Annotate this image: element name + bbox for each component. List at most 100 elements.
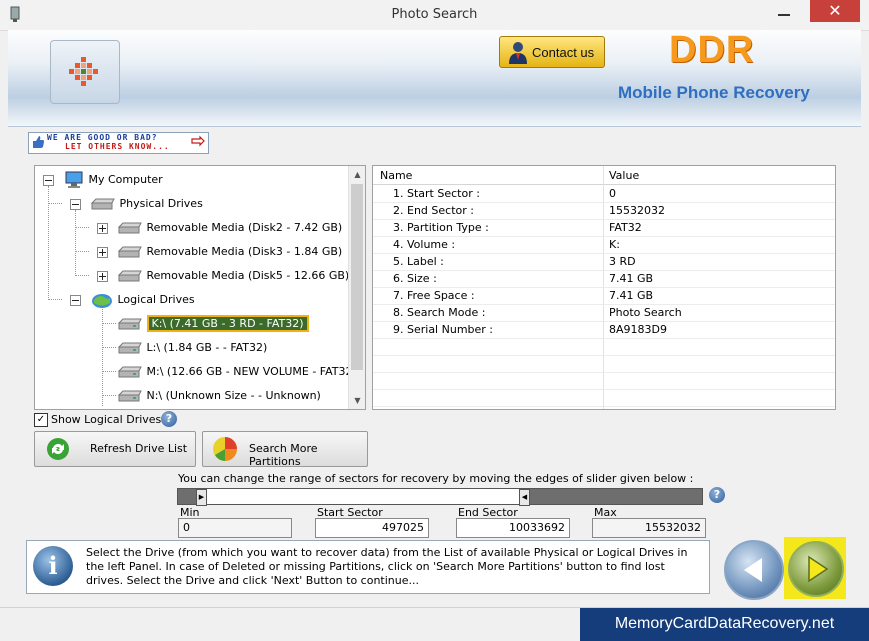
collapse-toggle[interactable]: [70, 199, 81, 210]
scroll-down-arrow-icon[interactable]: ▼: [349, 392, 365, 409]
pointing-hand-icon: [191, 135, 205, 147]
expand-toggle[interactable]: [97, 247, 108, 258]
tree-label: N:\ (Unknown Size - - Unknown): [146, 389, 321, 402]
tree-label: Removable Media (Disk2 - 7.42 GB): [146, 221, 343, 234]
property-name: 7. Free Space :: [393, 289, 475, 302]
tree-node-logical-drive[interactable]: M:\ (12.66 GB - NEW VOLUME - FAT32): [117, 361, 357, 383]
table-row[interactable]: 5. Label : 3 RD: [373, 253, 835, 271]
property-name: 4. Volume :: [393, 238, 456, 251]
refresh-drive-list-button[interactable]: Refresh Drive List: [34, 431, 196, 467]
hard-drive-icon: [90, 198, 115, 210]
end-sector-input[interactable]: 10033692: [456, 518, 570, 538]
collapse-toggle[interactable]: [43, 175, 54, 186]
slider-start-handle[interactable]: ▶: [196, 489, 207, 506]
hard-drive-icon: [117, 222, 142, 234]
tree-label: K:\ (7.41 GB - 3 RD - FAT32): [146, 315, 309, 332]
drive-tree[interactable]: My Computer Physical Drives Removable Me…: [34, 165, 366, 410]
table-row[interactable]: 7. Free Space : 7.41 GB: [373, 287, 835, 305]
scroll-up-arrow-icon[interactable]: ▲: [349, 166, 365, 183]
tree-node-logical-drive-selected[interactable]: K:\ (7.41 GB - 3 RD - FAT32): [117, 313, 309, 335]
expand-toggle[interactable]: [97, 271, 108, 282]
table-row[interactable]: 9. Serial Number : 8A9183D9: [373, 321, 835, 339]
property-name: 3. Partition Type :: [393, 221, 489, 234]
feedback-line-1: WE ARE GOOD OR BAD?: [47, 133, 158, 142]
tree-scrollbar[interactable]: ▲ ▼: [348, 166, 365, 409]
slider-help-icon[interactable]: ?: [709, 487, 725, 503]
feedback-banner[interactable]: WE ARE GOOD OR BAD? LET OTHERS KNOW...: [28, 132, 209, 154]
table-row[interactable]: [373, 338, 835, 356]
min-sector-field: 0: [178, 518, 292, 538]
drive-icon: [117, 366, 142, 378]
tree-node-physical-drive[interactable]: Removable Media (Disk2 - 7.42 GB): [117, 217, 342, 239]
tree-label: Logical Drives: [117, 293, 195, 306]
title-bar: Photo Search ✕: [0, 0, 869, 31]
tree-label: My Computer: [88, 173, 163, 186]
table-row[interactable]: [373, 355, 835, 373]
drive-details-table: Name Value 1. Start Sector : 0 2. End Sect…: [372, 165, 836, 410]
table-row[interactable]: 3. Partition Type : FAT32: [373, 219, 835, 237]
website-watermark: MemoryCardDataRecovery.net: [580, 608, 869, 641]
drive-icon: [117, 390, 142, 402]
app-logo: [50, 40, 120, 104]
contact-us-button[interactable]: Contact us: [499, 36, 605, 68]
refresh-icon: [47, 438, 69, 460]
table-row[interactable]: 4. Volume : K:: [373, 236, 835, 254]
expand-toggle[interactable]: [97, 223, 108, 234]
next-arrow-icon: [808, 555, 829, 583]
tree-node-my-computer[interactable]: My Computer: [63, 169, 163, 191]
property-value: 7.41 GB: [609, 272, 654, 285]
show-logical-drives-checkbox[interactable]: ✓: [34, 413, 48, 427]
property-value: 7.41 GB: [609, 289, 654, 302]
table-row[interactable]: 1. Start Sector : 0: [373, 185, 835, 203]
tree-label: Removable Media (Disk3 - 1.84 GB): [146, 245, 343, 258]
table-row[interactable]: 2. End Sector : 15532032: [373, 202, 835, 220]
back-button[interactable]: [724, 540, 784, 600]
computer-icon: [65, 171, 83, 188]
property-value: FAT32: [609, 221, 642, 234]
table-row[interactable]: [373, 389, 835, 407]
property-name: 2. End Sector :: [393, 204, 474, 217]
table-row[interactable]: 6. Size : 7.41 GB: [373, 270, 835, 288]
instruction-panel: i Select the Drive (from which you want …: [26, 540, 710, 594]
refresh-button-label: Refresh Drive List: [90, 442, 188, 455]
help-icon[interactable]: ?: [161, 411, 177, 427]
scroll-thumb[interactable]: [351, 184, 363, 370]
minimize-button[interactable]: [770, 0, 798, 22]
tree-node-physical-drive[interactable]: Removable Media (Disk5 - 12.66 GB): [117, 265, 349, 287]
sector-range-slider[interactable]: ▶ ◀: [177, 488, 703, 506]
slider-end-handle[interactable]: ◀: [519, 489, 530, 506]
property-value: 8A9183D9: [609, 323, 667, 336]
next-button[interactable]: [784, 537, 846, 599]
property-name: 9. Serial Number :: [393, 323, 494, 336]
feedback-line-2: LET OTHERS KNOW...: [65, 142, 170, 151]
close-button[interactable]: ✕: [810, 0, 860, 22]
tree-node-physical-drive[interactable]: Removable Media (Disk3 - 1.84 GB): [117, 241, 342, 263]
property-value: K:: [609, 238, 620, 251]
product-subtitle: Mobile Phone Recovery: [618, 83, 810, 102]
header-banner: Contact us DDR Mobile Phone Recovery: [8, 29, 861, 127]
tree-node-physical-drives[interactable]: Physical Drives: [90, 193, 203, 215]
logo-pattern-icon: [69, 57, 98, 86]
tree-node-logical-drives[interactable]: Logical Drives: [90, 289, 195, 311]
column-header-value[interactable]: Value: [609, 169, 639, 182]
property-value: 15532032: [609, 204, 665, 217]
globe-drive-icon: [92, 294, 112, 308]
table-row[interactable]: [373, 372, 835, 390]
tree-node-logical-drive[interactable]: N:\ (Unknown Size - - Unknown): [117, 385, 321, 407]
tree-node-logical-drive[interactable]: L:\ (1.84 GB - - FAT32): [117, 337, 267, 359]
property-name: 6. Size :: [393, 272, 437, 285]
person-icon: [509, 42, 527, 64]
window-title: Photo Search: [391, 7, 478, 22]
selected-range: [205, 489, 519, 504]
pie-chart-icon: [213, 437, 237, 461]
search-more-partitions-button[interactable]: Search More Partitions: [202, 431, 368, 468]
table-header: Name Value: [373, 166, 835, 185]
property-value: Photo Search: [609, 306, 682, 319]
drive-icon: [117, 318, 142, 330]
table-row[interactable]: 8. Search Mode : Photo Search: [373, 304, 835, 322]
collapse-toggle[interactable]: [70, 295, 81, 306]
start-sector-input[interactable]: 497025: [315, 518, 429, 538]
column-header-name[interactable]: Name: [380, 169, 412, 182]
hard-drive-icon: [117, 270, 142, 282]
hard-drive-icon: [117, 246, 142, 258]
